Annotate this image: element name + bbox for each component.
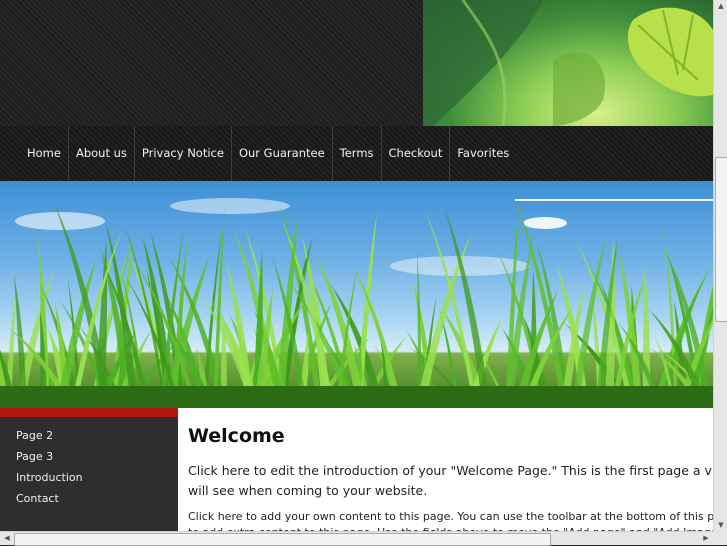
- page-viewport: Home About us Privacy Notice Our Guarant…: [0, 0, 713, 531]
- page-title[interactable]: Welcome: [188, 425, 285, 447]
- sidebar-item-page-3[interactable]: Page 3: [0, 446, 178, 467]
- horizontal-scrollbar[interactable]: ◀ ▶: [0, 531, 713, 546]
- scrollbar-corner: [713, 531, 727, 545]
- sidebar-item-introduction[interactable]: Introduction: [0, 467, 178, 488]
- nav-item-favorites[interactable]: Favorites: [450, 126, 516, 181]
- main-navigation: Home About us Privacy Notice Our Guarant…: [0, 126, 713, 181]
- vertical-scroll-thumb[interactable]: [715, 157, 727, 322]
- leaf-image: [423, 0, 713, 126]
- scroll-left-arrow-icon[interactable]: ◀: [1, 532, 13, 545]
- sidebar-menu: Page 2 Page 3 Introduction Contact: [0, 425, 178, 509]
- nav-item-terms[interactable]: Terms: [333, 126, 382, 181]
- sidebar-accent-bar: [0, 408, 178, 417]
- grass-banner-image: [0, 181, 713, 408]
- vertical-scrollbar[interactable]: ▲ ▼: [713, 0, 727, 531]
- grass-illustration: [0, 198, 713, 408]
- intro-text[interactable]: Click here to edit the introduction of y…: [188, 461, 713, 501]
- main-content: Welcome Click here to edit the introduct…: [178, 408, 713, 531]
- body-text[interactable]: Click here to add your own content to th…: [188, 509, 713, 531]
- horizontal-scroll-thumb[interactable]: [14, 533, 551, 546]
- scroll-up-arrow-icon[interactable]: ▲: [716, 0, 726, 12]
- banner-divider-line: [515, 199, 713, 201]
- grass-blades: [0, 199, 713, 408]
- header-leaf-photo: [423, 0, 713, 126]
- nav-item-our-guarantee[interactable]: Our Guarantee: [232, 126, 333, 181]
- scroll-down-arrow-icon[interactable]: ▼: [716, 519, 726, 531]
- nav-item-checkout[interactable]: Checkout: [382, 126, 451, 181]
- nav-item-home[interactable]: Home: [20, 126, 69, 181]
- site-header: [0, 0, 713, 126]
- scroll-right-arrow-icon[interactable]: ▶: [700, 532, 712, 545]
- nav-item-about-us[interactable]: About us: [69, 126, 135, 181]
- sidebar: Page 2 Page 3 Introduction Contact: [0, 408, 178, 531]
- sidebar-item-page-2[interactable]: Page 2: [0, 425, 178, 446]
- sidebar-item-contact[interactable]: Contact: [0, 488, 178, 509]
- nav-item-privacy-notice[interactable]: Privacy Notice: [135, 126, 232, 181]
